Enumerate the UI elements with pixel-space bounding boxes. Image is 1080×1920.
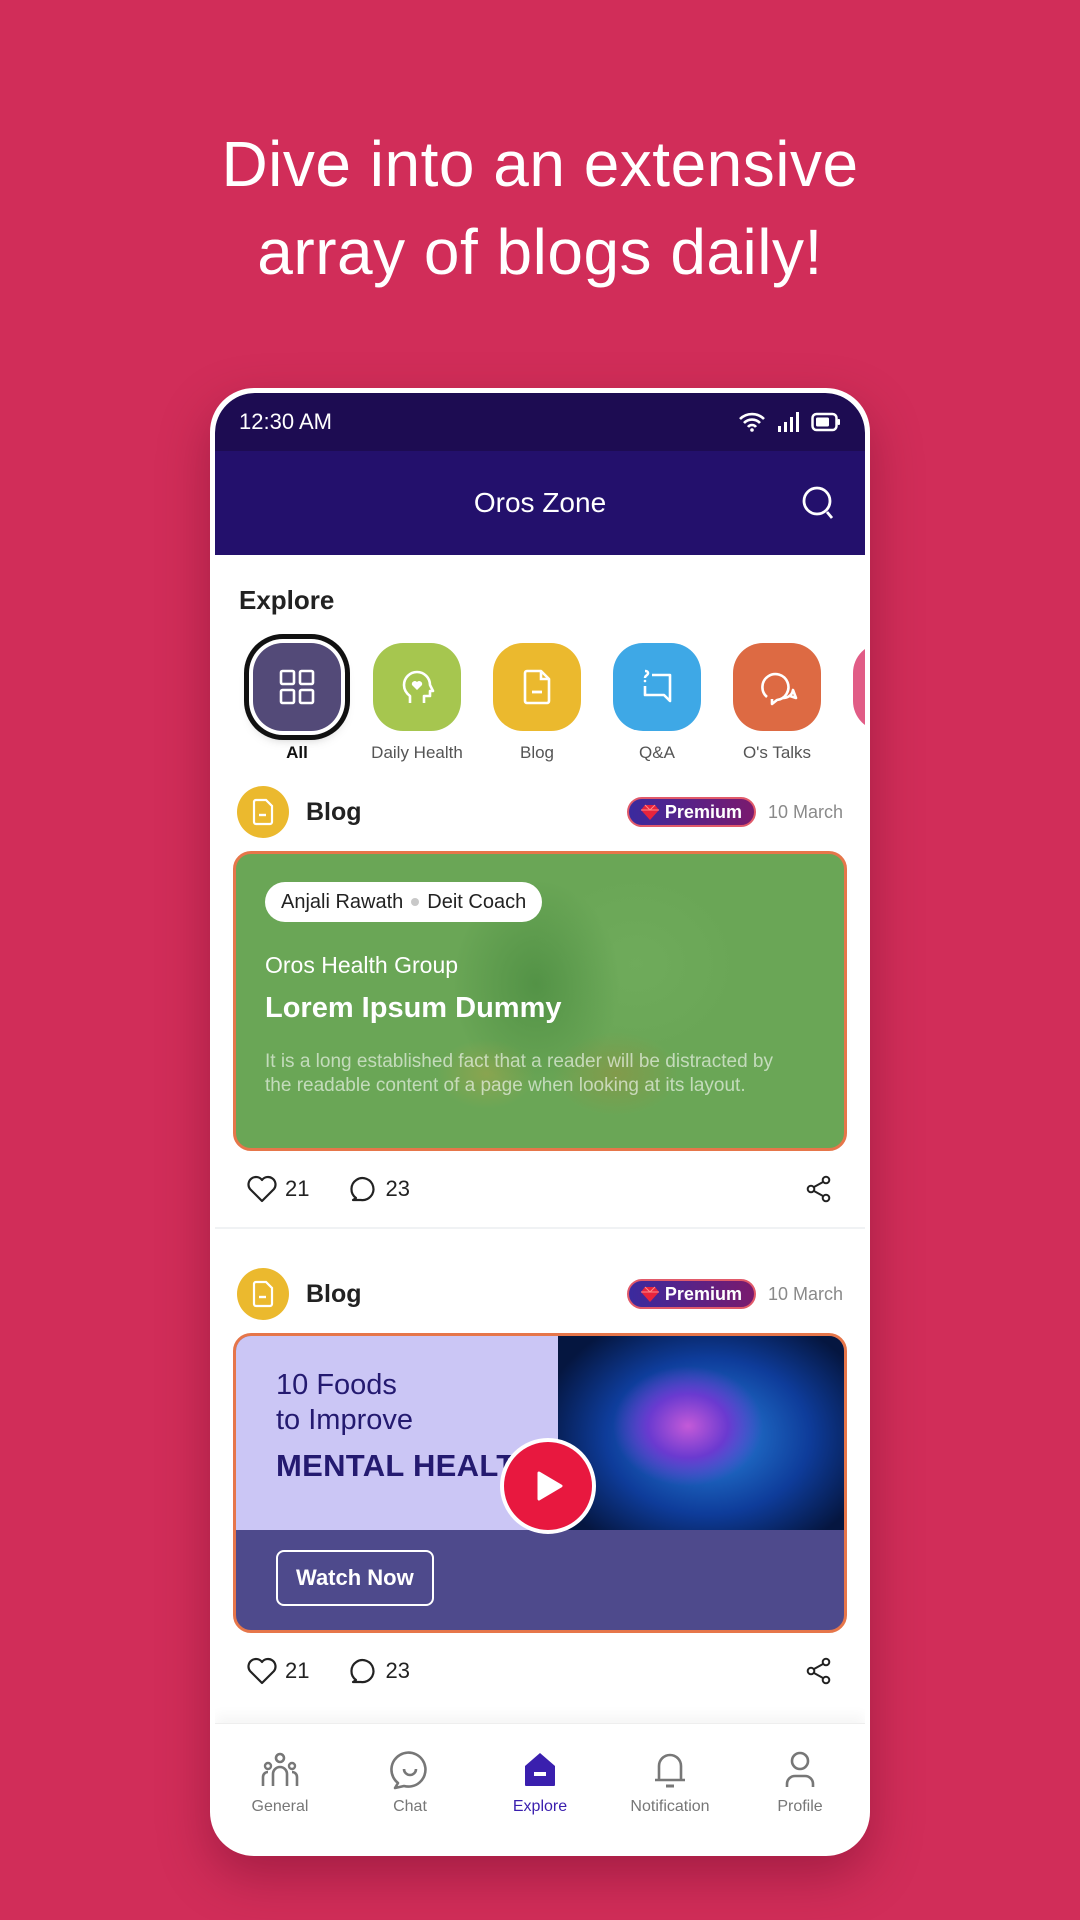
- nav-general[interactable]: General: [215, 1724, 345, 1851]
- category-blog[interactable]: Blog: [477, 643, 597, 773]
- search-icon[interactable]: [801, 485, 839, 523]
- comment-icon: [350, 1659, 376, 1684]
- people-icon: [261, 1752, 299, 1786]
- category-list: All Daily Health Blog Q&A O's Talks: [215, 633, 865, 773]
- author-name: Anjali Rawath: [281, 890, 404, 913]
- share-icon[interactable]: [805, 1657, 833, 1685]
- heart-icon: [247, 1175, 277, 1203]
- video-card[interactable]: 10 Foods to Improve MENTAL HEALTH Watch …: [233, 1333, 847, 1633]
- author-role: Deit Coach: [427, 890, 527, 913]
- app-bar: Oros Zone: [215, 451, 865, 555]
- battery-icon: [811, 412, 840, 432]
- grid-icon: [279, 669, 315, 705]
- nav-chat[interactable]: Chat: [345, 1724, 475, 1851]
- brain-image: [558, 1336, 844, 1530]
- comment-icon: [350, 1177, 376, 1202]
- premium-label: Premium: [664, 1283, 742, 1304]
- video-title-line1: 10 Foods: [276, 1369, 397, 1401]
- nav-profile[interactable]: Profile: [735, 1724, 865, 1851]
- wifi-icon: [739, 412, 765, 432]
- post-actions: 21 23: [233, 1633, 847, 1709]
- post-header: Blog Premium 10 March: [233, 1255, 847, 1333]
- document-icon: [252, 798, 274, 826]
- blog-title: Lorem Ipsum Dummy: [265, 992, 562, 1024]
- promo-headline: Dive into an extensive array of blogs da…: [0, 120, 1080, 296]
- nav-notification[interactable]: Notification: [605, 1724, 735, 1851]
- explore-home-icon: [525, 1753, 555, 1786]
- phone-frame: 12:30 AM Oros Zone Explore All Daily Hea…: [210, 388, 870, 1856]
- category-label: Q&A: [639, 743, 675, 762]
- post-type: Blog: [306, 797, 362, 826]
- separator-dot: [411, 898, 420, 906]
- blog-badge-icon: [237, 786, 289, 838]
- chat-icon: [390, 1751, 427, 1790]
- category-daily-health[interactable]: Daily Health: [357, 643, 477, 773]
- play-icon: [537, 1471, 563, 1501]
- like-count: 21: [285, 1658, 310, 1683]
- comment-count: 23: [385, 1658, 410, 1683]
- post-date: 10 March: [767, 1283, 843, 1304]
- document-icon: [252, 1280, 274, 1308]
- watch-now-button[interactable]: Watch Now: [276, 1550, 434, 1606]
- chat-bubbles-icon: [761, 672, 798, 706]
- post-divider: [215, 1227, 865, 1229]
- blog-card[interactable]: Anjali Rawath Deit Coach Oros Health Gro…: [233, 851, 847, 1151]
- post-header: Blog Premium 10 March: [233, 773, 847, 851]
- like-count: 21: [285, 1176, 310, 1201]
- comment-button[interactable]: 23: [349, 1175, 410, 1203]
- category-label: All: [286, 743, 308, 762]
- explore-content: Explore All Daily Health Blog Q&A O's Ta…: [215, 555, 865, 1709]
- post-type: Blog: [306, 1279, 362, 1308]
- blog-description: It is a long established fact that a rea…: [265, 1051, 773, 1096]
- user-icon: [785, 1751, 815, 1787]
- like-button[interactable]: 21: [247, 1175, 309, 1203]
- group-name: Oros Health Group: [265, 952, 459, 978]
- explore-heading: Explore: [239, 585, 335, 615]
- share-icon[interactable]: [805, 1175, 833, 1203]
- app-title: Oros Zone: [473, 487, 607, 518]
- post-date: 10 March: [767, 801, 843, 822]
- nav-label: Notification: [630, 1798, 710, 1815]
- author-chip: Anjali Rawath Deit Coach: [265, 882, 543, 922]
- blog-badge-icon: [237, 1268, 289, 1320]
- comment-count: 23: [385, 1176, 410, 1201]
- category-label: Daily Health: [371, 743, 463, 762]
- nav-label: Chat: [393, 1798, 427, 1815]
- status-time: 12:30 AM: [239, 409, 332, 434]
- premium-label: Premium: [664, 801, 742, 822]
- post-card: Blog Premium 10 March 10 Foods to Improv…: [215, 1255, 865, 1709]
- category-label: Blog: [519, 743, 555, 762]
- heart-icon: [247, 1657, 277, 1685]
- bell-icon: [655, 1753, 685, 1788]
- comment-button[interactable]: 23: [349, 1657, 410, 1685]
- category-more[interactable]: O: [837, 643, 865, 773]
- nav-explore[interactable]: Explore: [475, 1724, 605, 1851]
- promo-headline-line1: Dive into an extensive: [221, 128, 859, 200]
- nav-label: Explore: [512, 1798, 568, 1815]
- like-button[interactable]: 21: [247, 1657, 309, 1685]
- category-label: O's Talks: [742, 743, 812, 762]
- nav-label: Profile: [777, 1798, 823, 1815]
- nav-label: General: [251, 1798, 309, 1815]
- promo-headline-line2: array of blogs daily!: [257, 216, 823, 288]
- bottom-nav: General Chat Explore Notification Profil…: [215, 1723, 865, 1851]
- gem-icon: [640, 1286, 659, 1302]
- category-qa[interactable]: Q&A: [597, 643, 717, 773]
- video-title-line2: to Improve: [276, 1404, 413, 1436]
- post-card: Blog Premium 10 March Anjali Rawath Deit…: [215, 773, 865, 1229]
- premium-badge: Premium: [626, 1279, 756, 1309]
- status-bar: 12:30 AM: [215, 393, 865, 451]
- category-os-talks[interactable]: O's Talks: [717, 643, 837, 773]
- category-all[interactable]: All: [237, 643, 357, 773]
- document-icon: [523, 669, 551, 705]
- play-button[interactable]: [500, 1438, 596, 1534]
- premium-badge: Premium: [626, 797, 756, 827]
- post-actions: 21 23: [233, 1151, 847, 1227]
- signal-icon: [778, 412, 799, 432]
- gem-icon: [640, 804, 659, 820]
- question-chat-icon: [643, 669, 672, 703]
- head-heart-icon: [402, 670, 435, 703]
